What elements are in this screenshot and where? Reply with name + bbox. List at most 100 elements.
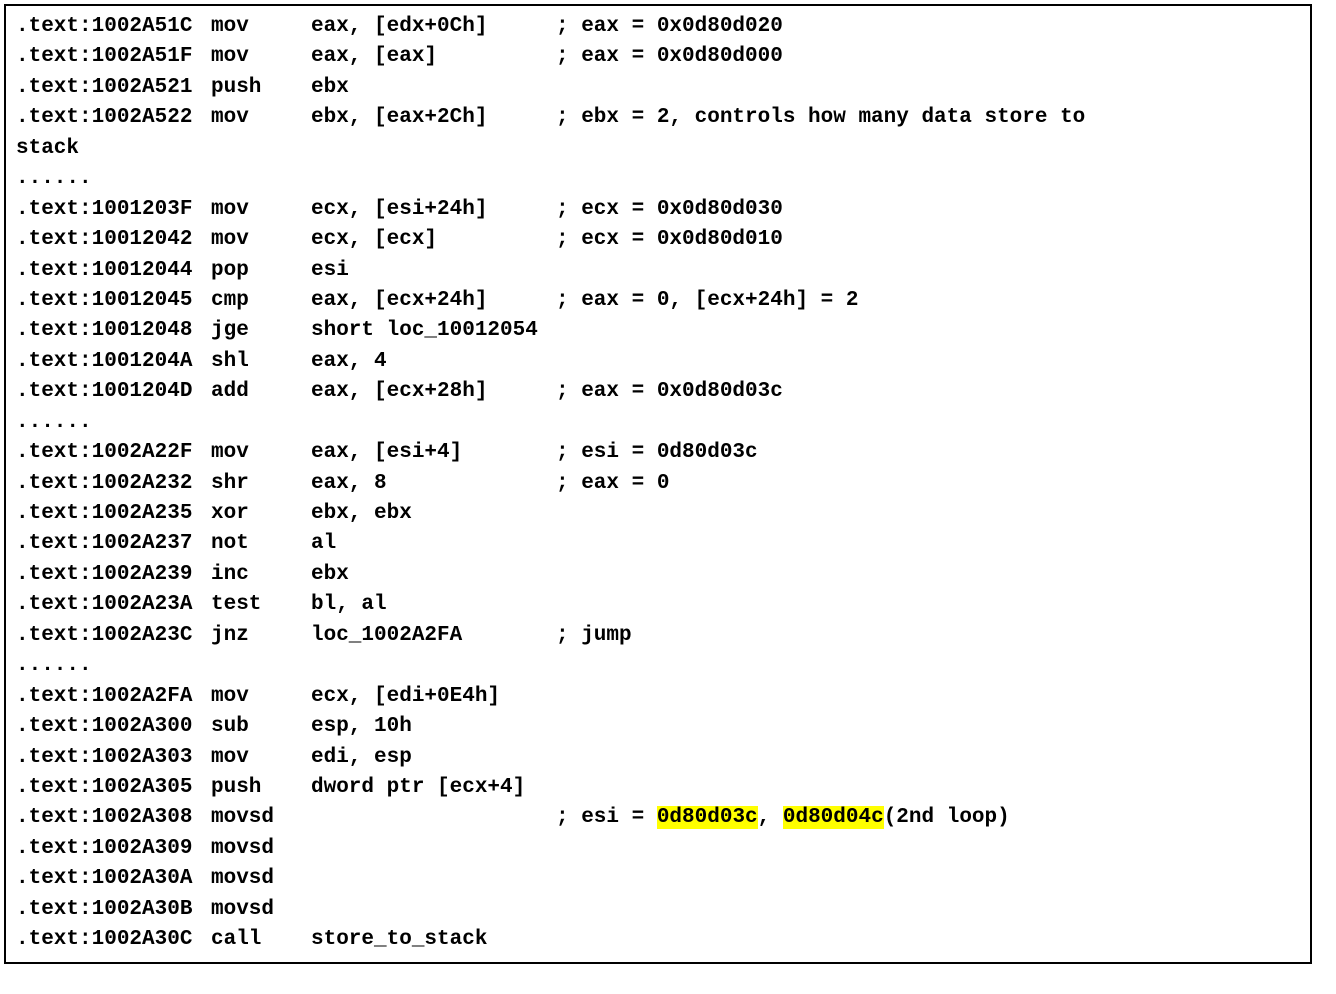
operands: eax, [edx+0Ch] xyxy=(311,12,556,42)
disassembly-listing: .text:1002A51Cmoveax, [edx+0Ch]; eax = 0… xyxy=(16,12,1300,956)
address: .text:1002A30C xyxy=(16,925,211,955)
address: .text:1002A522 xyxy=(16,103,211,133)
address: .text:1001203F xyxy=(16,195,211,225)
operands: bl, al xyxy=(311,590,556,620)
address: .text:10012042 xyxy=(16,225,211,255)
comment: ; eax = 0x0d80d000 xyxy=(556,45,783,68)
asm-line: .text:10012045cmpeax, [ecx+24h]; eax = 0… xyxy=(16,286,1300,316)
asm-line: .text:1002A239incebx xyxy=(16,560,1300,590)
asm-line: .text:1002A23Atestbl, al xyxy=(16,590,1300,620)
comment-mid: , xyxy=(758,806,783,829)
comment-wrap: stack xyxy=(16,134,1300,164)
address: .text:1002A51C xyxy=(16,12,211,42)
asm-line: .text:1002A30Ccallstore_to_stack xyxy=(16,925,1300,955)
address: .text:10012045 xyxy=(16,286,211,316)
mnemonic: not xyxy=(211,529,311,559)
operands: ecx, [esi+24h] xyxy=(311,195,556,225)
address: .text:1002A237 xyxy=(16,529,211,559)
mnemonic: add xyxy=(211,377,311,407)
operands: eax, [ecx+28h] xyxy=(311,377,556,407)
asm-line: .text:1002A308movsd; esi = 0d80d03c, 0d8… xyxy=(16,803,1300,833)
operands: ebx, [eax+2Ch] xyxy=(311,103,556,133)
operands: esi xyxy=(311,256,556,286)
mnemonic: mov xyxy=(211,42,311,72)
address: .text:1002A300 xyxy=(16,712,211,742)
address: .text:1002A23C xyxy=(16,621,211,651)
mnemonic: movsd xyxy=(211,895,311,925)
asm-line: .text:1001204Ashleax, 4 xyxy=(16,347,1300,377)
address: .text:1002A521 xyxy=(16,73,211,103)
highlight-1: 0d80d03c xyxy=(657,806,758,829)
address: .text:1002A239 xyxy=(16,560,211,590)
address: .text:1002A305 xyxy=(16,773,211,803)
operands: eax, [eax] xyxy=(311,42,556,72)
asm-line: .text:1002A51Cmoveax, [edx+0Ch]; eax = 0… xyxy=(16,12,1300,42)
comment: ; eax = 0x0d80d03c xyxy=(556,380,783,403)
mnemonic: mov xyxy=(211,12,311,42)
asm-line: .text:1002A303movedi, esp xyxy=(16,743,1300,773)
highlight-2: 0d80d04c xyxy=(783,806,884,829)
address: .text:1002A30A xyxy=(16,864,211,894)
asm-line: .text:1002A232shreax, 8; eax = 0 xyxy=(16,469,1300,499)
asm-line: .text:10012042movecx, [ecx]; ecx = 0x0d8… xyxy=(16,225,1300,255)
operands: ebx, ebx xyxy=(311,499,556,529)
mnemonic: mov xyxy=(211,743,311,773)
address: .text:1002A51F xyxy=(16,42,211,72)
asm-line: .text:1002A51Fmoveax, [eax]; eax = 0x0d8… xyxy=(16,42,1300,72)
comment: ; eax = 0 xyxy=(556,472,669,495)
operands: edi, esp xyxy=(311,743,556,773)
mnemonic: pop xyxy=(211,256,311,286)
operands: short loc_10012054 xyxy=(311,316,556,346)
mnemonic: test xyxy=(211,590,311,620)
address: .text:1001204D xyxy=(16,377,211,407)
asm-line: .text:1002A521pushebx xyxy=(16,73,1300,103)
mnemonic: call xyxy=(211,925,311,955)
asm-line: .text:1001203Fmovecx, [esi+24h]; ecx = 0… xyxy=(16,195,1300,225)
address: .text:1002A22F xyxy=(16,438,211,468)
comment: ; eax = 0, [ecx+24h] = 2 xyxy=(556,289,858,312)
mnemonic: movsd xyxy=(211,834,311,864)
comment: ; jump xyxy=(556,624,632,647)
mnemonic: sub xyxy=(211,712,311,742)
address: .text:10012044 xyxy=(16,256,211,286)
address: .text:1002A308 xyxy=(16,803,211,833)
operands: loc_1002A2FA xyxy=(311,621,556,651)
operands: esp, 10h xyxy=(311,712,556,742)
ellipsis-line: ...... xyxy=(16,651,1300,681)
mnemonic: xor xyxy=(211,499,311,529)
asm-line: .text:1002A30Bmovsd xyxy=(16,895,1300,925)
asm-line: .text:1002A235xorebx, ebx xyxy=(16,499,1300,529)
operands: eax, 8 xyxy=(311,469,556,499)
asm-line: .text:1002A300subesp, 10h xyxy=(16,712,1300,742)
operands: ebx xyxy=(311,73,556,103)
comment: ; ebx = 2, controls how many data store … xyxy=(556,106,1085,129)
operands: store_to_stack xyxy=(311,925,556,955)
operands: eax, 4 xyxy=(311,347,556,377)
asm-line: .text:1002A309movsd xyxy=(16,834,1300,864)
operands: ecx, [edi+0E4h] xyxy=(311,682,556,712)
address: .text:1001204A xyxy=(16,347,211,377)
asm-line: .text:1002A2FAmovecx, [edi+0E4h] xyxy=(16,682,1300,712)
mnemonic: cmp xyxy=(211,286,311,316)
asm-line: .text:1001204Daddeax, [ecx+28h]; eax = 0… xyxy=(16,377,1300,407)
asm-line: .text:10012048jgeshort loc_10012054 xyxy=(16,316,1300,346)
comment-post: (2nd loop) xyxy=(884,806,1010,829)
comment: ; ecx = 0x0d80d030 xyxy=(556,198,783,221)
operands: al xyxy=(311,529,556,559)
operands: ebx xyxy=(311,560,556,590)
mnemonic: mov xyxy=(211,195,311,225)
asm-line: .text:1002A22Fmoveax, [esi+4]; esi = 0d8… xyxy=(16,438,1300,468)
address: .text:1002A303 xyxy=(16,743,211,773)
disassembly-frame: .text:1002A51Cmoveax, [edx+0Ch]; eax = 0… xyxy=(4,4,1312,964)
comment-pre: ; esi = xyxy=(556,806,657,829)
mnemonic: mov xyxy=(211,225,311,255)
address: .text:1002A235 xyxy=(16,499,211,529)
address: .text:1002A309 xyxy=(16,834,211,864)
asm-line: .text:1002A30Amovsd xyxy=(16,864,1300,894)
comment: ; ecx = 0x0d80d010 xyxy=(556,228,783,251)
mnemonic: push xyxy=(211,73,311,103)
mnemonic: mov xyxy=(211,438,311,468)
mnemonic: mov xyxy=(211,682,311,712)
operands: eax, [ecx+24h] xyxy=(311,286,556,316)
mnemonic: jge xyxy=(211,316,311,346)
